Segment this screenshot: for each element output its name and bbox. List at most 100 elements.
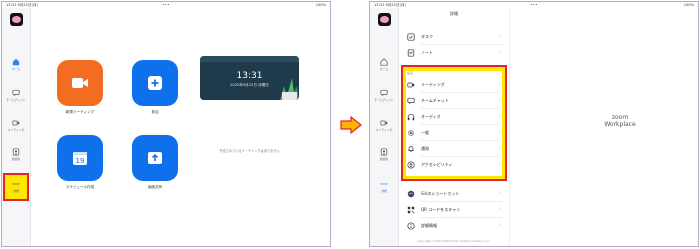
menu-item-label: タスク xyxy=(421,34,433,39)
arrow-right-icon xyxy=(340,116,362,134)
menu-item-scan-qr[interactable]: QR コードをスキャン › xyxy=(407,204,503,216)
multitask-dots: ••• xyxy=(162,3,170,7)
menu-item-label: 詳細情報 xyxy=(421,223,437,228)
video-icon xyxy=(407,82,415,88)
no-meetings-message: 予定されているミーティングはありません xyxy=(219,149,280,153)
join-label: 参加 xyxy=(151,110,159,114)
menu-item-label: オーディオ xyxy=(421,114,441,119)
menu-item-label: 一般 xyxy=(421,130,429,135)
divider xyxy=(421,124,503,125)
app-icon xyxy=(10,13,23,26)
chevron-right-icon: › xyxy=(499,161,501,167)
chevron-right-icon: › xyxy=(499,49,501,55)
join-button[interactable] xyxy=(132,60,178,106)
more-menu: 詳細 タスク › ノート › 設定 ミーティング › チームチャット › オーデ… xyxy=(399,8,510,246)
contacts-icon xyxy=(380,148,388,156)
sidebar: ホーム チームチャット ミーティング 連絡先 詳細 xyxy=(2,8,31,246)
sidebar-item-label: ミーティング xyxy=(7,128,25,132)
share-screen-button[interactable] xyxy=(132,135,178,181)
sidebar-item-label: ホーム xyxy=(379,67,389,71)
status-bar: 13:31 9月22日(月) ••• 100% xyxy=(2,2,330,9)
menu-item-accessibility-settings[interactable]: アクセシビリティ › xyxy=(407,159,503,171)
share-screen-label: 画面共有 xyxy=(147,185,163,189)
menu-item-audio-settings[interactable]: オーディオ › xyxy=(407,111,503,123)
menu-item-label: ノート xyxy=(421,50,433,55)
chevron-right-icon: › xyxy=(499,113,501,119)
qr-code-icon xyxy=(407,206,415,214)
logo-line-workplace: Workplace xyxy=(604,121,636,128)
sidebar-item-label: 連絡先 xyxy=(11,157,21,161)
menu-item-label: Siriのショートカット xyxy=(421,191,460,196)
zoom-workplace-logo: zoom Workplace xyxy=(580,114,660,128)
new-meeting-label: 新規ミーティング xyxy=(65,110,95,114)
plus-icon xyxy=(148,76,162,90)
clock-date: 2025年9月22日 月曜日 xyxy=(230,83,269,87)
note-icon xyxy=(407,49,415,57)
sidebar-item-label: 詳細 xyxy=(381,189,387,193)
sidebar: ホーム チームチャット ミーティング 連絡先 詳細 xyxy=(370,8,399,246)
schedule-button[interactable]: 19 xyxy=(57,135,103,181)
clock-card: 13:31 2025年9月22日 月曜日 xyxy=(200,56,299,100)
calendar-icon: 19 xyxy=(73,152,87,165)
menu-item-label: ミーティング xyxy=(421,82,445,87)
menu-item-team-chat-settings[interactable]: チームチャット › xyxy=(407,95,503,107)
menu-item-tasks[interactable]: タスク › xyxy=(407,31,503,43)
divider xyxy=(421,108,503,109)
copyright: Copyright ©2012-2025 Zoom Communications… xyxy=(417,239,491,243)
battery-level: 100% xyxy=(315,3,326,7)
clock-time: 13:31 xyxy=(236,71,263,81)
divider xyxy=(421,156,503,157)
home-icon xyxy=(380,58,388,66)
battery-level: 100% xyxy=(683,3,694,7)
sidebar-item-label: 連絡先 xyxy=(379,157,389,161)
siri-icon xyxy=(407,190,415,198)
sidebar-item-team-chat[interactable]: チームチャット xyxy=(2,89,30,102)
home-icon xyxy=(12,58,20,66)
sidebar-item-more[interactable]: 詳細 xyxy=(2,180,30,193)
menu-item-notes[interactable]: ノート › xyxy=(407,47,503,59)
chevron-right-icon: › xyxy=(499,33,501,39)
chevron-right-icon: › xyxy=(499,222,501,228)
menu-item-label: QR コードをスキャン xyxy=(421,207,461,212)
sidebar-item-label: 詳細 xyxy=(13,189,19,193)
sidebar-item-meetings[interactable]: ミーティング xyxy=(370,119,398,132)
sidebar-item-label: チームチャット xyxy=(374,98,394,102)
accessibility-icon xyxy=(407,161,415,169)
sidebar-item-label: ミーティング xyxy=(375,128,393,132)
chevron-right-icon: › xyxy=(499,129,501,135)
new-meeting-button[interactable] xyxy=(57,60,103,106)
menu-item-about[interactable]: 詳細情報 › xyxy=(407,220,503,232)
menu-item-meeting-settings[interactable]: ミーティング › xyxy=(407,79,503,91)
sidebar-item-home[interactable]: ホーム xyxy=(2,58,30,71)
chat-icon xyxy=(407,97,415,105)
menu-item-label: チームチャット xyxy=(421,98,449,103)
chat-icon xyxy=(12,89,20,97)
home-screen: 13:31 9月22日(月) ••• 100% ホーム チームチャット ミーティ… xyxy=(1,1,331,247)
menu-title: 詳細 xyxy=(449,11,459,16)
menu-item-siri-shortcuts[interactable]: Siriのショートカット › xyxy=(407,188,503,200)
sidebar-item-home[interactable]: ホーム xyxy=(370,58,398,71)
contacts-icon xyxy=(12,148,20,156)
chevron-right-icon: › xyxy=(499,81,501,87)
calendar-day: 19 xyxy=(76,157,85,165)
task-icon xyxy=(407,33,415,41)
menu-item-general-settings[interactable]: 一般 › xyxy=(407,127,503,139)
sidebar-item-team-chat[interactable]: チームチャット xyxy=(370,89,398,102)
video-camera-icon xyxy=(72,78,88,88)
chevron-right-icon: › xyxy=(499,206,501,212)
sidebar-item-more[interactable]: 詳細 xyxy=(370,180,398,193)
sidebar-item-contacts[interactable]: 連絡先 xyxy=(2,148,30,161)
video-icon xyxy=(12,120,20,126)
settings-section-label: 設定 xyxy=(407,71,414,75)
sidebar-item-meetings[interactable]: ミーティング xyxy=(2,119,30,132)
headphones-icon xyxy=(407,113,415,121)
menu-item-notification-settings[interactable]: 通知 › xyxy=(407,143,503,155)
more-icon xyxy=(12,183,20,185)
sidebar-item-contacts[interactable]: 連絡先 xyxy=(370,148,398,161)
info-icon xyxy=(407,222,415,230)
multitask-dots: ••• xyxy=(530,3,538,7)
chat-icon xyxy=(380,89,388,97)
divider xyxy=(421,140,503,141)
gear-icon xyxy=(408,130,414,136)
divider xyxy=(421,201,503,202)
